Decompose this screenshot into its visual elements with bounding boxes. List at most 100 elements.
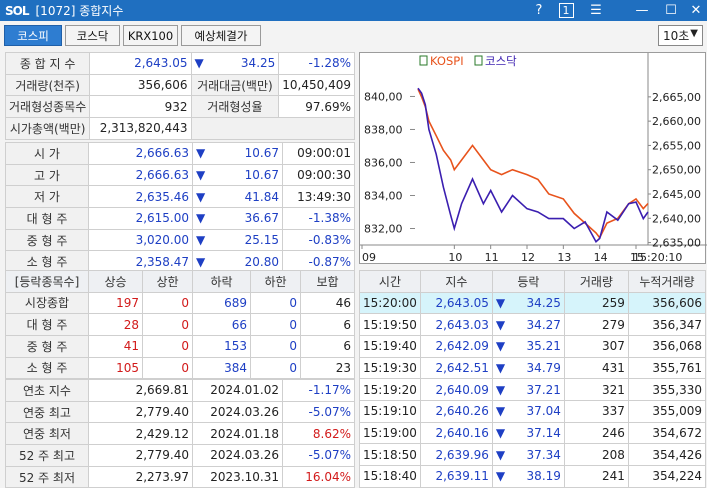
y-right-tick: 2,655,00	[652, 139, 701, 152]
yearly-pct: 8.62%	[282, 422, 355, 446]
table-row[interactable]: 15:18:40 2,639.11 ▼ 38.19 241 354,224	[359, 465, 707, 488]
uplimit-count: 0	[142, 313, 193, 336]
tick-change: 35.21	[526, 339, 561, 354]
table-row[interactable]: 15:19:50 2,643.03 ▼ 34.27 279 356,347	[359, 313, 707, 336]
table-row: 대 형 주 2,615.00 ▼ 36.67 -1.38%	[5, 207, 355, 230]
window-title: [1072] 종합지수	[35, 4, 124, 18]
tick-cum-volume: 355,330	[627, 378, 707, 401]
tick-time: 15:18:50	[359, 443, 421, 466]
down-arrow-icon: ▼	[196, 211, 206, 226]
row-label: 52 주 최저	[5, 465, 89, 488]
col-header: 보합	[300, 270, 355, 293]
uplimit-count: 0	[142, 356, 193, 380]
downlimit-count: 0	[250, 334, 301, 358]
table-header: 시간 지수 등락 거래량 누적거래량	[359, 270, 707, 293]
row-label: 중 형 주	[5, 334, 89, 358]
index-value: 2,643.05	[89, 52, 192, 75]
row-label: 대 형 주	[5, 313, 89, 336]
down-arrow-icon: ▼	[495, 360, 506, 375]
table-row: 연중 최고 2,779.40 2024.03.26 -5.07%	[5, 400, 355, 424]
tick-volume: 279	[563, 313, 629, 336]
tab-expected-price[interactable]: 예상체결가	[181, 25, 261, 46]
tab-krx100[interactable]: KRX100	[123, 25, 178, 46]
table-row: 시장종합 197 0 689 0 46	[5, 291, 355, 315]
formed-rate-value: 97.69%	[278, 95, 355, 119]
y-right-tick: 2,635,00	[652, 237, 701, 250]
down-arrow-icon: ▼	[495, 382, 506, 397]
table-row[interactable]: 15:19:00 2,640.16 ▼ 37.14 246 354,672	[359, 421, 707, 445]
table-row: 고 가 2,666.63 ▼ 10.67 09:00:30	[5, 163, 355, 187]
tick-volume: 259	[563, 291, 629, 315]
tick-index: 2,640.26	[419, 399, 493, 423]
tick-table[interactable]: 시간 지수 등락 거래량 누적거래량 15:20:00 2,643.05 ▼ 34…	[359, 270, 707, 488]
table-row[interactable]: 15:19:10 2,640.26 ▼ 37.04 337 355,009	[359, 399, 707, 423]
tick-volume: 321	[563, 378, 629, 401]
index-change: 34.25	[240, 56, 276, 71]
table-row[interactable]: 15:20:00 2,643.05 ▼ 34.25 259 356,606	[359, 291, 707, 315]
amount-label: 거래대금(백만)	[190, 73, 280, 97]
down-arrow-icon: ▼	[194, 56, 204, 71]
table-row: 저 가 2,635.46 ▼ 41.84 13:49:30	[5, 185, 355, 209]
y-right-tick: 2,640,00	[652, 212, 701, 225]
minimize-icon[interactable]: —	[630, 0, 654, 21]
down-arrow-icon: ▼	[196, 146, 206, 161]
window-count-button[interactable]: 1	[554, 0, 578, 21]
tick-time: 15:19:00	[359, 421, 421, 445]
tick-change: 34.27	[526, 317, 561, 332]
y-left-tick: 838,00	[364, 123, 403, 136]
help-button[interactable]: ?	[527, 0, 551, 21]
close-icon[interactable]: ✕	[684, 0, 707, 21]
menu-icon[interactable]: ☰	[584, 0, 608, 21]
table-row[interactable]: 15:18:50 2,639.96 ▼ 37.34 208 354,426	[359, 443, 707, 466]
price-label: 대 형 주	[5, 207, 89, 230]
down-count: 384	[192, 356, 251, 380]
tick-change: 34.25	[526, 295, 561, 310]
y-right-tick: 2,650,00	[652, 164, 701, 177]
formed-rate-label: 거래형성율	[190, 95, 280, 119]
yearly-table: 연초 지수 2,669.81 2024.01.02 -1.17% 연중 최고 2…	[5, 379, 355, 488]
tick-index: 2,643.05	[419, 291, 493, 315]
volume-label: 거래량(천주)	[4, 73, 91, 97]
tick-cum-volume: 356,068	[627, 334, 707, 358]
down-arrow-icon: ▼	[495, 317, 506, 332]
tab-kosdaq[interactable]: 코스닥	[65, 25, 120, 46]
price-time: 09:00:01	[282, 142, 355, 165]
yearly-date: 2024.03.26	[192, 400, 283, 424]
flat-count: 6	[300, 334, 355, 358]
price-value: 2,635.46	[88, 185, 193, 209]
x-tick: 11	[485, 251, 499, 264]
price-diff: 41.84	[244, 189, 279, 204]
tick-volume: 307	[563, 334, 629, 358]
table-row[interactable]: 15:19:40 2,642.09 ▼ 35.21 307 356,068	[359, 334, 707, 358]
row-label: 연중 최고	[5, 400, 89, 424]
x-tick: 09	[362, 251, 376, 264]
tick-change: 38.19	[526, 469, 561, 484]
down-count: 153	[192, 334, 251, 358]
yearly-pct: 16.04%	[282, 465, 355, 488]
maximize-icon[interactable]: ☐	[659, 0, 683, 21]
yearly-value: 2,779.40	[88, 444, 193, 467]
table-row[interactable]: 15:19:30 2,642.51 ▼ 34.79 431 355,761	[359, 356, 707, 380]
tab-kospi[interactable]: 코스피	[4, 25, 62, 46]
legend-label: 코스닥	[485, 54, 517, 68]
yearly-date: 2024.03.26	[192, 444, 283, 467]
interval-select[interactable]: 10초 ▼	[658, 25, 703, 46]
col-header: [등락종목수]	[5, 270, 89, 293]
tick-volume: 208	[563, 443, 629, 466]
formed-value: 932	[89, 95, 192, 119]
yearly-pct: -5.07%	[282, 400, 355, 424]
price-diff: 20.80	[244, 254, 279, 269]
table-row: 소 형 주 105 0 384 0 23	[5, 356, 355, 380]
down-arrow-icon: ▼	[196, 189, 206, 204]
tick-change: 37.34	[526, 447, 561, 462]
tick-index: 2,643.03	[419, 313, 493, 336]
table-row[interactable]: 15:19:20 2,640.09 ▼ 37.21 321 355,330	[359, 378, 707, 401]
x-tick: 10	[448, 251, 462, 264]
col-header: 상승	[88, 270, 143, 293]
tick-cum-volume: 355,761	[627, 356, 707, 380]
price-value: 2,666.63	[88, 142, 193, 165]
price-diff: 10.67	[244, 168, 279, 183]
price-label: 시 가	[5, 142, 89, 165]
intraday-chart[interactable]: 840,00 838,00 836,00 834,00 832,00 2,665,00 2,…	[359, 52, 707, 264]
up-count: 105	[88, 356, 143, 380]
